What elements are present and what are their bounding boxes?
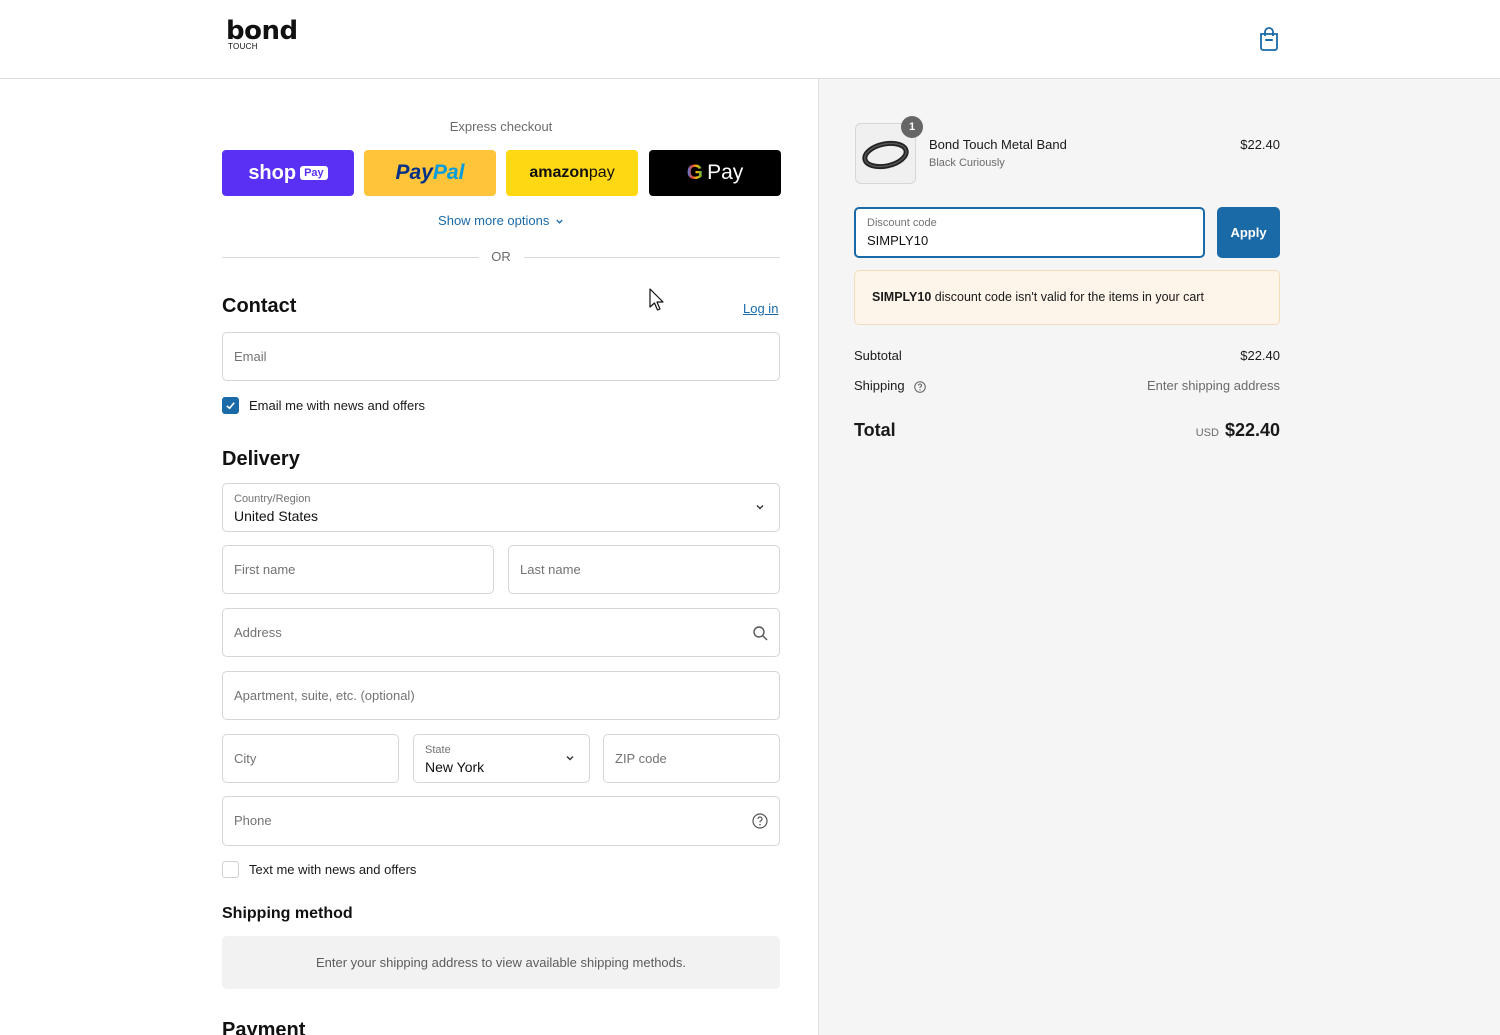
email-news-option[interactable]: Email me with news and offers bbox=[222, 396, 425, 414]
total-label: Total bbox=[854, 420, 896, 440]
apply-discount-button[interactable]: Apply bbox=[1217, 207, 1280, 258]
discount-code-label: Discount code bbox=[867, 217, 937, 229]
state-value: New York bbox=[425, 759, 485, 775]
city-field[interactable]: City bbox=[222, 734, 399, 783]
text-news-option[interactable]: Text me with news and offers bbox=[222, 860, 416, 878]
first-name-field[interactable]: First name bbox=[222, 545, 494, 594]
shipping-label: Shipping bbox=[854, 378, 905, 393]
paypal-label-1: Pay bbox=[395, 161, 433, 184]
zip-field[interactable]: ZIP code bbox=[603, 734, 780, 783]
shipping-method-title: Shipping method bbox=[222, 905, 353, 922]
text-news-label: Text me with news and offers bbox=[249, 861, 417, 877]
login-link[interactable]: Log in bbox=[743, 301, 778, 316]
email-placeholder: Email bbox=[234, 349, 267, 364]
show-more-options-label: Show more options bbox=[438, 213, 550, 228]
chevron-down-icon bbox=[566, 756, 574, 761]
country-value: United States bbox=[234, 508, 319, 524]
alert-code: SIMPLY10 bbox=[872, 290, 932, 304]
country-select[interactable]: Country/Region United States bbox=[222, 483, 780, 532]
shop-pay-badge: Pay bbox=[300, 166, 328, 180]
apartment-field[interactable]: Apartment, suite, etc. (optional) bbox=[222, 671, 780, 720]
shopping-bag-icon[interactable] bbox=[1258, 27, 1280, 51]
contact-title: Contact bbox=[222, 295, 297, 317]
or-divider: OR bbox=[222, 249, 780, 265]
total-row: Total USD $22.40 bbox=[854, 420, 1280, 444]
brand-logo[interactable]: bond TOUCH bbox=[226, 18, 298, 51]
google-pay-button[interactable]: G Pay bbox=[649, 150, 781, 196]
total-currency: USD bbox=[1195, 427, 1219, 439]
amazon-pay-label: pay bbox=[588, 164, 615, 181]
quantity-badge: 1 bbox=[901, 116, 923, 138]
total-amount: USD $22.40 bbox=[1196, 420, 1280, 441]
subtotal-label: Subtotal bbox=[854, 348, 902, 363]
alert-message: discount code isn't valid for the items … bbox=[931, 290, 1204, 304]
subtotal-value: $22.40 bbox=[1240, 348, 1280, 363]
chevron-down-icon bbox=[556, 219, 563, 224]
product-name: Bond Touch Metal Band bbox=[929, 137, 1067, 152]
text-news-checkbox[interactable] bbox=[222, 860, 239, 878]
phone-field[interactable]: Phone bbox=[222, 796, 780, 846]
amazon-label: amazon bbox=[529, 164, 589, 181]
brand-name: bond bbox=[226, 16, 298, 46]
checkmark-icon bbox=[226, 401, 235, 409]
discount-code-field[interactable]: Discount code SIMPLY10 bbox=[854, 207, 1205, 258]
help-circle-icon[interactable] bbox=[752, 813, 768, 829]
product-variant: Black Curiously bbox=[929, 157, 1005, 169]
total-value: $22.40 bbox=[1224, 420, 1280, 440]
product-price: $22.40 bbox=[1240, 137, 1280, 152]
shop-pay-button[interactable]: shop Pay bbox=[222, 150, 354, 196]
chevron-down-icon bbox=[756, 505, 764, 510]
shipping-value: Enter shipping address bbox=[1147, 378, 1280, 393]
payment-title: Payment bbox=[222, 1019, 306, 1035]
email-news-checkbox[interactable] bbox=[222, 396, 239, 414]
search-icon bbox=[753, 626, 768, 641]
discount-code-value: SIMPLY10 bbox=[867, 233, 929, 248]
first-name-placeholder: First name bbox=[234, 562, 296, 577]
state-select[interactable]: State New York bbox=[413, 734, 590, 783]
phone-placeholder: Phone bbox=[234, 813, 272, 828]
paypal-button[interactable]: Pay Pal bbox=[364, 150, 496, 196]
email-news-label: Email me with news and offers bbox=[249, 397, 426, 413]
zip-placeholder: ZIP code bbox=[615, 751, 667, 766]
shipping-row: Shipping Enter shipping address bbox=[854, 378, 1280, 393]
header: bond TOUCH bbox=[0, 0, 1500, 79]
mouse-cursor-icon bbox=[649, 288, 664, 311]
gpay-label: Pay bbox=[707, 161, 744, 184]
address-placeholder: Address bbox=[234, 625, 282, 640]
shop-pay-label: shop bbox=[248, 161, 297, 184]
last-name-field[interactable]: Last name bbox=[508, 545, 780, 594]
address-field[interactable]: Address bbox=[222, 608, 780, 657]
paypal-label-2: Pal bbox=[432, 161, 465, 184]
discount-error-alert: SIMPLY10 discount code isn't valid for t… bbox=[854, 270, 1280, 325]
email-field[interactable]: Email bbox=[222, 332, 780, 381]
subtotal-row: Subtotal $22.40 bbox=[854, 348, 1280, 363]
shipping-method-message: Enter your shipping address to view avai… bbox=[222, 936, 780, 989]
google-g-icon: G bbox=[686, 161, 704, 184]
country-label: Country/Region bbox=[234, 493, 311, 505]
help-circle-icon[interactable] bbox=[914, 380, 927, 393]
express-checkout-title: Express checkout bbox=[449, 119, 553, 134]
show-more-options-link[interactable]: Show more options bbox=[222, 213, 780, 228]
amazon-pay-button[interactable]: amazon pay bbox=[506, 150, 638, 196]
apartment-placeholder: Apartment, suite, etc. (optional) bbox=[234, 688, 415, 703]
delivery-title: Delivery bbox=[222, 448, 300, 470]
last-name-placeholder: Last name bbox=[520, 562, 581, 577]
state-label: State bbox=[425, 744, 451, 756]
city-placeholder: City bbox=[234, 751, 257, 766]
or-text: OR bbox=[491, 249, 511, 264]
